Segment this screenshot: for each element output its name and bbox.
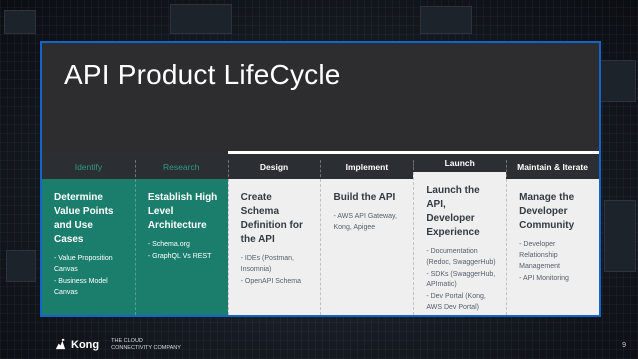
stage-label: Design (227, 151, 321, 179)
stage-item: - Schema.org (147, 241, 190, 248)
stage-label: Maintain & Iterate (506, 151, 599, 179)
stage-body: Determine Value Points and Use Cases - V… (42, 179, 135, 315)
stage-body: Manage the Developer Community - Develop… (506, 179, 599, 315)
stage-item: - API Monitoring (519, 274, 569, 282)
lifecycle-stages: Identify Determine Value Points and Use … (42, 151, 599, 315)
stage-item: - Documentation (Redoc, SwaggerHub) (426, 247, 496, 266)
stage-title: Manage the Developer Community (519, 192, 575, 231)
circuit-chip (170, 4, 232, 34)
brand-name: Kong (71, 338, 100, 351)
stage-items: - IDEs (Postman, Insomnia) - OpenAPI Sch… (241, 254, 311, 288)
stage-title: Establish High Level Architecture (147, 192, 218, 231)
stage-identify: Identify Determine Value Points and Use … (42, 151, 135, 315)
stage-label: Identify (42, 151, 135, 179)
stage-launch: Launch Launch the API, Developer Experie… (413, 151, 507, 315)
circuit-chip (600, 60, 636, 102)
title-area: API Product LifeCycle (42, 43, 599, 151)
stage-item: - AWS API Gateway, Kong, Apigee (333, 213, 397, 231)
stage-items: - Developer Relationship Management - AP… (519, 240, 589, 284)
tagline-line: THE CLOUD (111, 338, 143, 344)
kong-gorilla-icon (55, 339, 66, 350)
stage-item: - Dev Portal (Kong, AWS Dev Portal) (426, 293, 486, 312)
stage-implement: Implement Build the API - AWS API Gatewa… (320, 151, 414, 315)
stage-body: Launch the API, Developer Experience - D… (413, 171, 507, 315)
stage-body: Build the API - AWS API Gateway, Kong, A… (320, 179, 414, 315)
stage-body: Establish High Level Architecture - Sche… (134, 179, 228, 315)
stage-item: - Business Model Canvas (54, 277, 108, 296)
brand-tagline: THE CLOUD CONNECTIVITY COMPANY (111, 338, 181, 352)
stage-title: Build the API (333, 192, 396, 203)
tagline-line: CONNECTIVITY COMPANY (111, 344, 181, 351)
stage-item: - SDKs (SwaggerHub, APImatic) (426, 270, 496, 289)
stage-label: Research (134, 151, 228, 179)
stage-items: - Documentation (Redoc, SwaggerHub) - SD… (426, 247, 496, 314)
stage-item: - OpenAPI Schema (240, 277, 301, 285)
stage-item: - Value Proposition Canvas (54, 255, 113, 273)
stage-title: Create Schema Definition for the API (240, 192, 303, 245)
stage-title: Determine Value Points and Use Cases (54, 192, 114, 245)
stage-label: Implement (320, 151, 414, 179)
page-number: 9 (622, 342, 626, 349)
stage-item: - IDEs (Postman, Insomnia) (240, 255, 294, 273)
stage-items: - AWS API Gateway, Kong, Apigee (333, 212, 403, 234)
stage-research: Research Establish High Level Architectu… (134, 151, 228, 315)
kong-logo: Kong THE CLOUD CONNECTIVITY COMPANY (54, 338, 181, 352)
stage-item: - GraphQL Vs REST (147, 252, 212, 260)
circuit-chip (4, 10, 36, 34)
slide-panel: API Product LifeCycle Identify Determine… (40, 41, 601, 317)
slide-title: API Product LifeCycle (64, 59, 341, 90)
stage-label: Launch (413, 151, 507, 172)
stage-title: Launch the API, Developer Experience (426, 184, 480, 238)
stage-items: - Value Proposition Canvas - Business Mo… (54, 254, 125, 298)
stage-items: - Schema.org - GraphQL Vs REST (148, 240, 218, 263)
circuit-chip (6, 250, 36, 282)
stage-body: Create Schema Definition for the API - I… (227, 179, 321, 315)
stage-maintain-iterate: Maintain & Iterate Manage the Developer … (506, 151, 599, 315)
stage-item: - Developer Relationship Management (519, 241, 560, 270)
stage-design: Design Create Schema Definition for the … (227, 151, 321, 315)
circuit-chip (604, 200, 636, 272)
circuit-chip (420, 6, 472, 34)
